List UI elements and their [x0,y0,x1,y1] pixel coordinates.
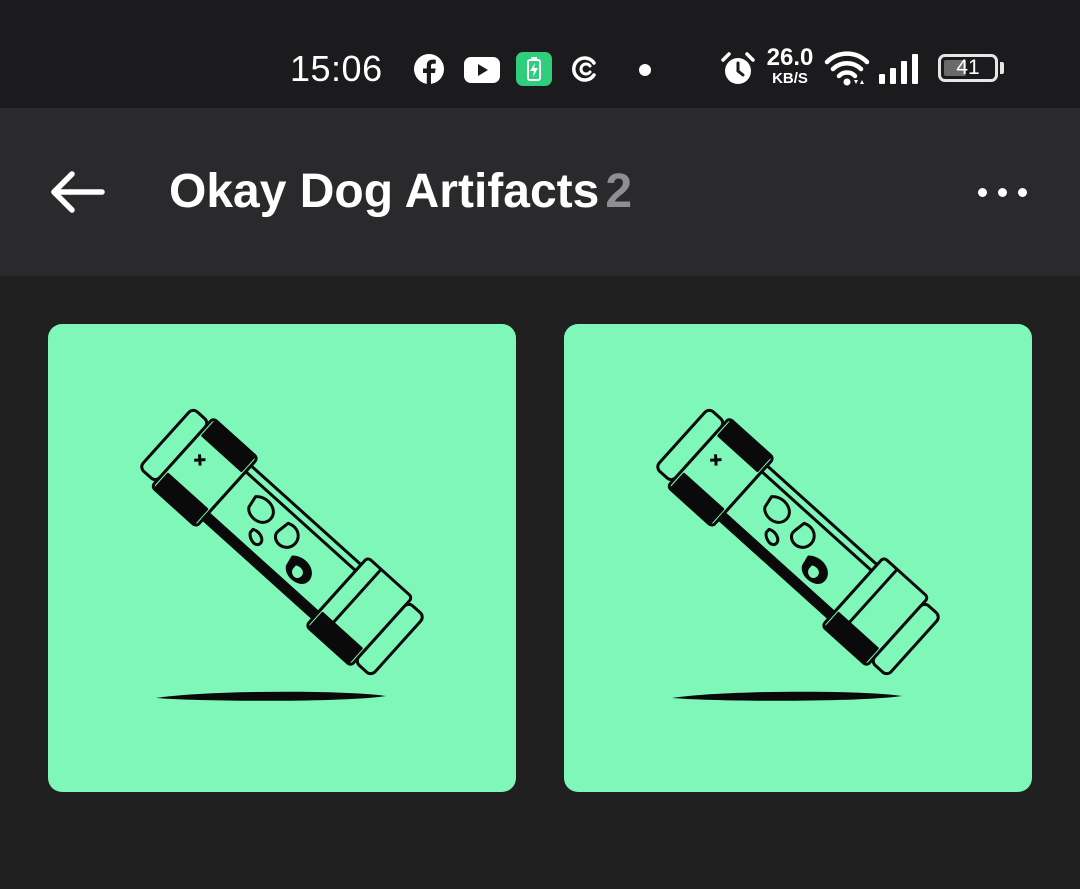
artifact-capsule-illustration [140,408,424,701]
network-speed: 26.0 KB/S [764,44,816,87]
battery-app-icon [516,52,552,86]
artifact-capsule-illustration [656,408,940,701]
more-options-button[interactable] [970,172,1034,212]
item-count: 2 [605,165,633,218]
wifi-icon [824,50,870,88]
more-dot [998,188,1007,197]
artifact-card[interactable] [564,324,1032,792]
arrow-left-icon [51,171,105,213]
notification-dot-icon [639,64,651,76]
status-bar: 15:06 26.0 KB/S 41 [0,0,1080,108]
battery-level: 41 [956,56,980,79]
more-dot [1018,188,1027,197]
more-horizontal-icon [978,188,987,197]
network-speed-unit: KB/S [772,70,808,87]
app-bar: Okay Dog Artifacts 2 [0,108,1080,276]
status-time: 15:06 [290,48,383,89]
alarm-icon [720,51,756,87]
facebook-icon [414,54,444,84]
youtube-icon [464,57,500,83]
circle-app-icon [570,54,600,84]
battery-indicator: 41 [938,54,998,82]
back-button[interactable] [44,164,110,220]
signal-icon [878,52,924,86]
page-title: Okay Dog Artifacts 2 [169,160,632,224]
network-speed-value: 26.0 [766,44,814,71]
battery-nub [1000,62,1004,74]
page-title-text: Okay Dog Artifacts [169,165,600,218]
artifact-card[interactable] [48,324,516,792]
